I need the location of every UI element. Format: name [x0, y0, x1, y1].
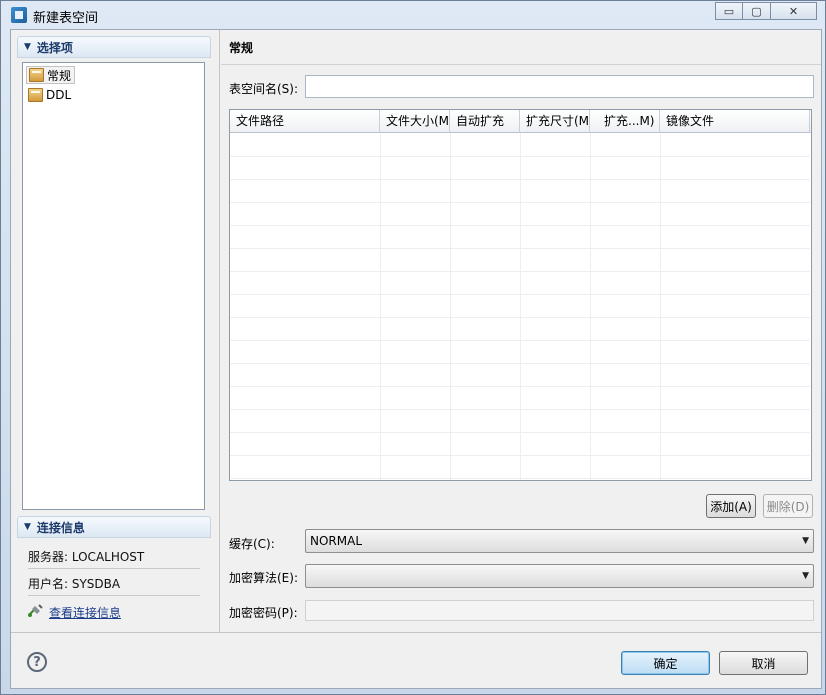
divider: [28, 595, 200, 596]
dropdown-arrow-icon: ▼: [802, 536, 809, 546]
divider: [28, 568, 200, 569]
dialog-window: 新建表空间 ▭ ▢ ✕ ▼ 选择项 常规 DDL ▼ 连接信息 服务器: LOC…: [0, 0, 826, 695]
window-title: 新建表空间: [33, 11, 99, 26]
options-header-label: 选择项: [36, 40, 73, 55]
dialog-client: ▼ 选择项 常规 DDL ▼ 连接信息 服务器: LOCALHOST 用户名: …: [10, 29, 822, 689]
table-column-line: [660, 133, 661, 480]
divider: [221, 64, 821, 65]
options-section-header[interactable]: ▼ 选择项: [17, 36, 211, 58]
table-header: 文件路径 文件大小(M 自动扩充 扩充尺寸(M 扩充...M) 镜像文件: [230, 110, 811, 133]
dialog-footer: ? 确定 取消: [11, 632, 821, 688]
database-icon: [11, 7, 27, 23]
minimize-button[interactable]: ▭: [715, 2, 743, 20]
close-button[interactable]: ✕: [771, 2, 817, 20]
tablespace-name-input[interactable]: [305, 75, 814, 98]
left-pane: ▼ 选择项 常规 DDL ▼ 连接信息 服务器: LOCALHOST 用户名: …: [11, 30, 220, 632]
delete-button[interactable]: 删除(D): [763, 494, 813, 518]
encrypt-algo-label: 加密算法(E):: [229, 571, 298, 585]
ok-button[interactable]: 确定: [621, 651, 710, 675]
cancel-button[interactable]: 取消: [719, 651, 808, 675]
tree-item-label: 常规: [47, 68, 72, 83]
page-icon: [28, 88, 43, 102]
column-header-mirror-file[interactable]: 镜像文件: [660, 110, 810, 133]
add-button[interactable]: 添加(A): [706, 494, 756, 518]
table-column-line: [590, 133, 591, 480]
page-title: 常规: [229, 41, 254, 55]
connection-header-label: 连接信息: [36, 520, 85, 535]
help-icon[interactable]: ?: [27, 652, 47, 672]
datafile-table[interactable]: 文件路径 文件大小(M 自动扩充 扩充尺寸(M 扩充...M) 镜像文件: [229, 109, 812, 481]
cache-select[interactable]: NORMAL ▼: [305, 529, 814, 553]
dropdown-arrow-icon: ▼: [802, 571, 809, 581]
connection-plug-icon: [28, 604, 43, 617]
tree-item-ddl[interactable]: DDL: [26, 86, 74, 104]
general-panel: 常规 表空间名(S): 文件路径 文件大小(M 自动扩充 扩充尺寸(M 扩充..…: [221, 30, 821, 632]
title-bar[interactable]: 新建表空间 ▭ ▢ ✕: [1, 1, 825, 29]
window-controls: ▭ ▢ ✕: [715, 2, 817, 20]
column-header-max-size[interactable]: 扩充...M): [590, 110, 660, 133]
table-column-line: [450, 133, 451, 480]
server-info: 服务器: LOCALHOST: [28, 550, 145, 564]
tree-item-general[interactable]: 常规: [26, 66, 76, 84]
view-connection-link[interactable]: 查看连接信息: [49, 604, 121, 621]
tablespace-name-label: 表空间名(S):: [229, 82, 299, 96]
column-header-extend-size[interactable]: 扩充尺寸(M: [520, 110, 590, 133]
cache-label: 缓存(C):: [229, 537, 275, 551]
column-header-auto-extend[interactable]: 自动扩充: [450, 110, 520, 133]
page-icon: [29, 68, 44, 82]
user-info: 用户名: SYSDBA: [28, 577, 121, 591]
cache-value: NORMAL: [310, 534, 363, 548]
column-header-file-path[interactable]: 文件路径: [230, 110, 380, 133]
collapse-triangle-icon: ▼: [24, 42, 31, 52]
options-tree: 常规 DDL: [22, 62, 205, 510]
encrypt-algo-select[interactable]: ▼: [305, 564, 814, 588]
encrypt-password-label: 加密密码(P):: [229, 606, 298, 620]
maximize-button[interactable]: ▢: [743, 2, 771, 20]
table-column-line: [520, 133, 521, 480]
collapse-triangle-icon: ▼: [24, 522, 31, 532]
connection-section-header[interactable]: ▼ 连接信息: [17, 516, 211, 538]
column-header-file-size[interactable]: 文件大小(M: [380, 110, 450, 133]
encrypt-password-input[interactable]: [305, 600, 814, 621]
tree-item-label: DDL: [46, 88, 72, 102]
table-column-line: [380, 133, 381, 480]
